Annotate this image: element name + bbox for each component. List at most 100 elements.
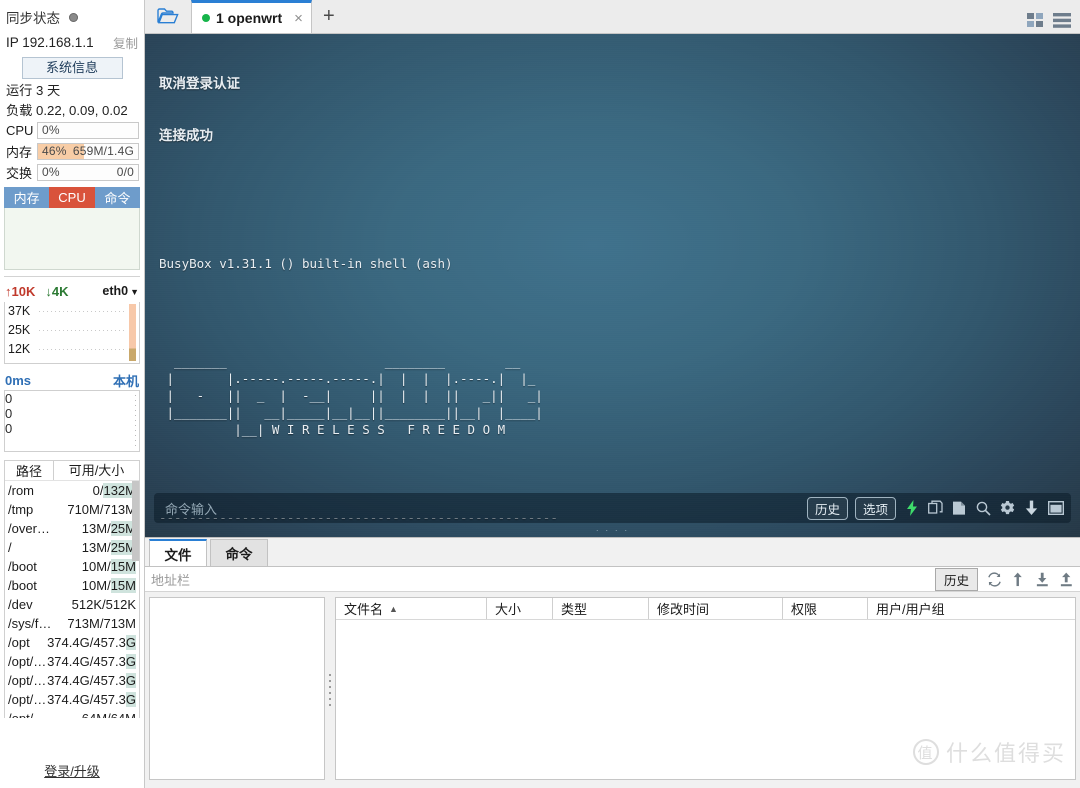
disk-row[interactable]: /dev 512K/512K — [5, 595, 139, 614]
file-panel-tabs: 文件 命令 — [145, 538, 1080, 566]
up-level-icon[interactable] — [1010, 571, 1026, 587]
refresh-icon[interactable] — [986, 571, 1002, 587]
folder-icon — [157, 8, 179, 24]
meter-bar: 0% 0/0 — [37, 163, 139, 181]
terminal-line-connected: 连接成功 — [159, 127, 213, 143]
lightning-icon[interactable] — [903, 500, 920, 517]
disk-path: /boot — [8, 559, 37, 574]
meter-percent: 0% — [42, 165, 60, 179]
copy-ip-button[interactable]: 复制 — [113, 33, 138, 52]
network-y-label-top: 37K — [8, 304, 31, 318]
disk-row[interactable]: /sys/f… 713M/713M — [5, 614, 139, 633]
disk-usage: 374.4G/457.3G — [47, 692, 136, 707]
meter-bar: 0% — [37, 121, 139, 139]
disk-path: /opt/… — [8, 692, 47, 707]
resource-meters: CPU 0% 内存 46% 659M/1.4G 交换 0% 0/0 — [0, 120, 144, 182]
disk-usage: 374.4G/457.3G — [47, 654, 136, 669]
ip-address-label: IP 192.168.1.1 — [6, 34, 94, 50]
terminal-splitter-handle[interactable]: · · · · — [596, 525, 630, 535]
disk-row[interactable]: /opt/… 374.4G/457.3G — [5, 690, 139, 709]
chart-tab-内存[interactable]: 内存 — [4, 187, 50, 208]
login-upgrade-link[interactable]: 登录/升级 — [0, 761, 144, 780]
paste-icon[interactable] — [951, 500, 968, 517]
latency-target[interactable]: 本机 — [113, 371, 139, 390]
address-bar-actions: 历史 — [934, 567, 1074, 591]
meter-text: 0% 0/0 — [38, 165, 138, 180]
file-history-button[interactable]: 历史 — [934, 567, 978, 591]
address-input[interactable]: 地址栏 — [151, 570, 190, 589]
disk-table-header: 路径 可用/大小 — [5, 461, 139, 481]
file-column-修改时间[interactable]: 修改时间 — [648, 598, 782, 619]
disk-path: /opt/… — [8, 673, 47, 688]
latency-value: 0ms — [5, 372, 32, 388]
latency-y-label-mid: 0 — [5, 406, 13, 421]
network-interface-selector[interactable]: eth0 ▼ — [102, 284, 139, 298]
disk-row[interactable]: / 13M/25M — [5, 538, 139, 557]
uptime-label: 运行 3 天 — [6, 82, 61, 98]
tab-bar: 1 openwrt × + — [145, 0, 1080, 34]
network-gridline-3 — [39, 349, 127, 350]
disk-usage: 374.4G/457.3G — [47, 635, 136, 650]
address-bar[interactable]: 地址栏 历史 — [145, 566, 1080, 592]
directory-tree-pane[interactable] — [149, 597, 325, 780]
network-graph[interactable]: 37K 25K 12K — [4, 302, 140, 364]
disk-usage: 13M/25M — [81, 521, 136, 536]
window-icon[interactable] — [1047, 500, 1064, 517]
disk-row[interactable]: /opt/… 374.4G/457.3G — [5, 671, 139, 690]
file-column-权限[interactable]: 权限 — [782, 598, 867, 619]
disk-row[interactable]: /opt 374.4G/457.3G — [5, 633, 139, 652]
network-latest-bar — [129, 304, 136, 361]
copy-icon[interactable] — [927, 500, 944, 517]
latency-graph[interactable]: 0 0 0 — [4, 390, 140, 452]
disk-usage: 10M/15M — [81, 578, 136, 593]
file-list-pane[interactable]: 文件名 ▲ 大小 类型 修改时间 权限 用户/用户组 — [335, 597, 1076, 780]
meter-bar: 46% 659M/1.4G — [37, 142, 139, 160]
disk-row[interactable]: /rom 0/132M — [5, 481, 139, 500]
file-column-文件名[interactable]: 文件名 ▲ — [336, 598, 486, 619]
upload-icon[interactable] — [1058, 571, 1074, 587]
new-tab-button[interactable]: + — [312, 0, 346, 33]
terminal-tab-openwrt[interactable]: 1 openwrt × — [191, 0, 312, 33]
download-icon[interactable] — [1034, 571, 1050, 587]
disk-path: /over… — [8, 521, 50, 536]
meter-label: CPU — [6, 122, 34, 138]
disk-usage: 374.4G/457.3G — [47, 673, 136, 688]
file-tab-命令[interactable]: 命令 — [210, 539, 268, 566]
sync-status-row: 同步状态 — [0, 4, 144, 30]
disk-scrollbar[interactable] — [132, 481, 139, 561]
terminal-view[interactable]: 取消登录认证 连接成功 BusyBox v1.31.1 () built-in … — [145, 34, 1080, 537]
grid-layout-icon[interactable] — [1027, 13, 1044, 28]
disk-usage-table[interactable]: 路径 可用/大小 /rom 0/132M/tmp 710M/713M/over… 13… — [4, 460, 140, 718]
terminal-history-button[interactable]: 历史 — [806, 496, 848, 520]
open-folder-button[interactable] — [145, 0, 191, 33]
disk-row[interactable]: /boot 10M/15M — [5, 557, 139, 576]
file-column-label: 用户/用户组 — [876, 602, 945, 617]
network-gridline-2 — [39, 330, 127, 331]
disk-row[interactable]: /tmp 710M/713M — [5, 500, 139, 519]
chart-tab-CPU[interactable]: CPU — [49, 187, 95, 208]
file-panel-splitter[interactable] — [325, 593, 335, 788]
disk-row[interactable]: /opt/…64M/64M — [5, 709, 139, 718]
disk-row[interactable]: /over… 13M/25M — [5, 519, 139, 538]
file-tab-文件[interactable]: 文件 — [149, 539, 207, 566]
system-info-button[interactable]: 系统信息 — [21, 57, 123, 79]
network-download-rate: ↓4K — [45, 283, 69, 299]
terminal-options-button[interactable]: 选项 — [854, 496, 896, 520]
disk-path: /opt/… — [5, 711, 53, 718]
command-input-bar[interactable]: 命令输入 历史 选项 — [154, 493, 1071, 523]
search-icon[interactable] — [975, 500, 992, 517]
terminal-line-auth: 取消登录认证 — [159, 76, 240, 92]
tab-close-icon[interactable]: × — [294, 10, 303, 27]
gear-icon[interactable] — [999, 500, 1016, 517]
disk-row[interactable]: /opt/… 374.4G/457.3G — [5, 652, 139, 671]
download-icon[interactable] — [1023, 500, 1040, 517]
meter-row-CPU: CPU 0% — [0, 120, 144, 140]
hamburger-menu-icon[interactable] — [1053, 13, 1071, 28]
file-column-用户/用户组[interactable]: 用户/用户组 — [867, 598, 1075, 619]
file-column-类型[interactable]: 类型 — [552, 598, 648, 619]
meter-label: 内存 — [6, 144, 33, 160]
chart-tab-命令[interactable]: 命令 — [94, 187, 140, 208]
latency-header: 0ms 本机 — [0, 370, 144, 390]
file-column-大小[interactable]: 大小 — [486, 598, 552, 619]
disk-row[interactable]: /boot 10M/15M — [5, 576, 139, 595]
